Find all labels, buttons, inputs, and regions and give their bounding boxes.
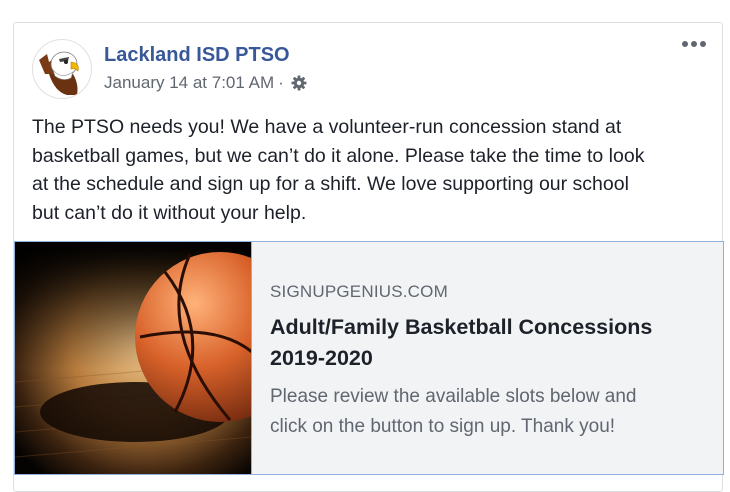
page-avatar[interactable] (32, 39, 92, 99)
link-title[interactable]: Adult/Family Basketball Concessions 2019… (270, 312, 710, 374)
basketball-image[interactable] (15, 242, 252, 474)
post-timestamp[interactable]: January 14 at 7:01 AM (104, 73, 274, 93)
ellipsis-icon (682, 41, 688, 47)
link-domain: SIGNUPGENIUS.COM (270, 282, 448, 301)
gear-icon[interactable] (290, 74, 308, 92)
link-description: Please review the available slots below … (270, 382, 710, 442)
link-preview-info: SIGNUPGENIUS.COM Adult/Family Basketball… (252, 242, 710, 474)
link-description-line: click on the button to sign up. Thank yo… (270, 416, 616, 437)
more-options-button[interactable] (678, 37, 710, 51)
post-text-line: at the schedule and sign up for a shift.… (32, 173, 629, 195)
link-title-line: 2019-2020 (270, 346, 373, 370)
feed-post: Lackland ISD PTSO January 14 at 7:01 AM … (13, 22, 724, 492)
link-description-line: Please review the available slots below … (270, 386, 637, 407)
page-name-link[interactable]: Lackland ISD PTSO (104, 44, 290, 67)
post-text: The PTSO needs you! We have a volunteer-… (32, 113, 712, 227)
post-text-line: but can’t do it without your help. (32, 201, 307, 224)
post-meta: January 14 at 7:01 AM · (104, 73, 308, 93)
post-text-line: The PTSO needs you! We have a volunteer-… (32, 116, 622, 138)
meta-separator: · (278, 73, 284, 92)
eagle-mascot-logo (39, 51, 79, 95)
link-preview-card[interactable]: SIGNUPGENIUS.COM Adult/Family Basketball… (14, 241, 724, 475)
link-title-line: Adult/Family Basketball Concessions (270, 315, 653, 339)
post-text-line: basketball games, but we can’t do it alo… (32, 144, 645, 167)
